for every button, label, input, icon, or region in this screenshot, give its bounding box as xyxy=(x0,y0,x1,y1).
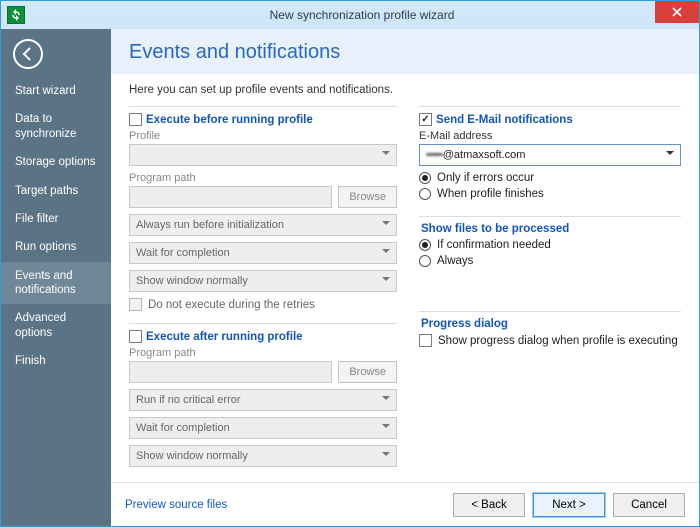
group-email: ✓ Send E-Mail notifications E-Mail addre… xyxy=(419,106,681,204)
intro-text: Here you can set up profile events and n… xyxy=(129,84,681,96)
email-only-errors-label: Only if errors occur xyxy=(437,172,534,184)
before-when-combo[interactable]: Always run before initialization xyxy=(129,214,397,236)
sidebar-item-finish[interactable]: Finish xyxy=(1,347,111,375)
titlebar: New synchronization profile wizard xyxy=(1,1,699,29)
email-domain-part: @atmaxsoft.com xyxy=(443,149,526,161)
sidebar-item-events[interactable]: Events and notifications xyxy=(1,262,111,305)
before-profile-label: Profile xyxy=(129,130,397,142)
showfiles-confirm-label: If confirmation needed xyxy=(437,239,551,251)
before-browse-button[interactable]: Browse xyxy=(338,186,397,208)
group-exec-before: Execute before running profile Profile P… xyxy=(129,106,397,315)
before-skip-retries-checkbox[interactable] xyxy=(129,298,142,311)
page-title: Events and notifications xyxy=(129,41,681,64)
before-wait-combo[interactable]: Wait for completion xyxy=(129,242,397,264)
footer: Preview source files < Back Next > Cance… xyxy=(111,482,699,526)
wizard-sidebar: Start wizard Data to synchronize Storage… xyxy=(1,29,111,526)
after-browse-button[interactable]: Browse xyxy=(338,361,397,383)
after-when-combo[interactable]: Run if no critical error xyxy=(129,389,397,411)
progress-show-label: Show progress dialog when profile is exe… xyxy=(438,335,678,347)
after-program-label: Program path xyxy=(129,347,397,359)
showfiles-always-radio[interactable] xyxy=(419,255,431,267)
before-profile-combo[interactable] xyxy=(129,144,397,166)
email-title: Send E-Mail notifications xyxy=(436,114,573,126)
sidebar-item-start[interactable]: Start wizard xyxy=(1,77,111,105)
cancel-button[interactable]: Cancel xyxy=(613,493,685,517)
email-addr-combo[interactable]: ••••• @atmaxsoft.com xyxy=(419,144,681,166)
back-icon[interactable] xyxy=(13,39,43,69)
sidebar-item-run[interactable]: Run options xyxy=(1,233,111,261)
before-show-combo[interactable]: Show window normally xyxy=(129,270,397,292)
email-only-errors-radio[interactable] xyxy=(419,172,431,184)
preview-link[interactable]: Preview source files xyxy=(125,499,227,511)
next-button[interactable]: Next > xyxy=(533,493,605,517)
after-show-combo[interactable]: Show window normally xyxy=(129,445,397,467)
progress-show-checkbox[interactable] xyxy=(419,334,432,347)
back-button[interactable]: < Back xyxy=(453,493,525,517)
email-when-finishes-radio[interactable] xyxy=(419,188,431,200)
email-when-finishes-label: When profile finishes xyxy=(437,188,544,200)
after-program-field[interactable] xyxy=(129,361,332,383)
window-title: New synchronization profile wizard xyxy=(25,8,699,22)
sidebar-item-data[interactable]: Data to synchronize xyxy=(1,105,111,148)
before-program-label: Program path xyxy=(129,172,397,184)
exec-after-title: Execute after running profile xyxy=(146,331,303,343)
exec-after-checkbox[interactable] xyxy=(129,330,142,343)
progress-title: Progress dialog xyxy=(421,318,508,330)
sidebar-item-advanced[interactable]: Advanced options xyxy=(1,304,111,347)
page-header: Events and notifications xyxy=(111,29,699,74)
sidebar-item-filter[interactable]: File filter xyxy=(1,205,111,233)
email-addr-label: E-Mail address xyxy=(419,130,681,142)
showfiles-confirm-radio[interactable] xyxy=(419,239,431,251)
sidebar-item-target[interactable]: Target paths xyxy=(1,177,111,205)
app-sync-icon xyxy=(7,6,25,24)
close-button[interactable] xyxy=(655,1,699,23)
before-program-field[interactable] xyxy=(129,186,332,208)
group-progress: Progress dialog Show progress dialog whe… xyxy=(419,311,681,351)
exec-before-checkbox[interactable] xyxy=(129,113,142,126)
group-exec-after: Execute after running profile Program pa… xyxy=(129,323,397,473)
show-files-title: Show files to be processed xyxy=(421,223,569,235)
showfiles-always-label: Always xyxy=(437,255,473,267)
group-show-files: Show files to be processed If confirmati… xyxy=(419,216,681,271)
before-skip-retries-label: Do not execute during the retries xyxy=(148,299,315,311)
email-checkbox[interactable]: ✓ xyxy=(419,113,432,126)
after-wait-combo[interactable]: Wait for completion xyxy=(129,417,397,439)
sidebar-item-storage[interactable]: Storage options xyxy=(1,148,111,176)
exec-before-title: Execute before running profile xyxy=(146,114,313,126)
wizard-window: New synchronization profile wizard Start… xyxy=(0,0,700,527)
email-local-part: ••••• xyxy=(426,149,443,161)
